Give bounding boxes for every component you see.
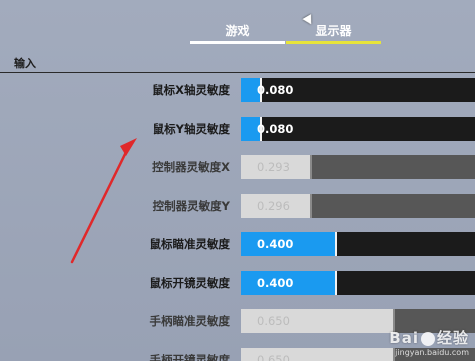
setting-row: 控制器灵敏度Y 0.296 — [0, 194, 475, 218]
slider-value: 0.650 — [257, 353, 290, 361]
annotation-arrow-icon — [70, 138, 137, 264]
slider-value: 0.650 — [257, 314, 290, 328]
sensitivity-slider[interactable]: 0.080 — [241, 117, 475, 141]
paw-icon — [420, 331, 435, 346]
section-title: 输入 — [14, 57, 36, 70]
slider-handle — [310, 155, 312, 179]
tab-game-underline — [190, 41, 285, 44]
slider-handle[interactable] — [335, 271, 337, 295]
setting-label: 控制器灵敏度Y — [152, 199, 230, 213]
slider-handle — [310, 194, 312, 218]
setting-row: 控制器灵敏度X 0.293 — [0, 155, 475, 179]
tab-display[interactable]: 显示器 — [286, 22, 381, 39]
slider-value: 0.293 — [257, 160, 290, 174]
slider-value: 0.080 — [257, 83, 294, 97]
tab-display-underline — [286, 41, 381, 44]
slider-value: 0.296 — [257, 199, 290, 213]
sensitivity-slider[interactable]: 0.080 — [241, 78, 475, 102]
setting-row: 鼠标Y轴灵敏度 0.080 — [0, 117, 475, 141]
sensitivity-slider: 0.296 — [241, 194, 475, 218]
slider-value: 0.400 — [257, 237, 294, 251]
setting-label: 鼠标瞄准灵敏度 — [149, 237, 231, 251]
setting-row: 鼠标X轴灵敏度 0.080 — [0, 78, 475, 102]
setting-label: 控制器灵敏度X — [152, 160, 230, 174]
setting-label: 手柄开镜灵敏度 — [149, 353, 231, 361]
sensitivity-slider[interactable]: 0.400 — [241, 271, 475, 295]
watermark: Bai 经验 jingyan.baidu.com — [389, 327, 469, 357]
slider-value: 0.080 — [257, 122, 294, 136]
setting-label: 鼠标开镜灵敏度 — [149, 276, 231, 290]
section-divider — [0, 72, 475, 73]
watermark-url: jingyan.baidu.com — [395, 348, 469, 357]
setting-label: 手柄瞄准灵敏度 — [149, 314, 231, 328]
watermark-logo: Bai 经验 — [389, 329, 469, 347]
setting-row: 鼠标瞄准灵敏度 0.400 — [0, 232, 475, 256]
setting-label: 鼠标X轴灵敏度 — [152, 83, 230, 97]
tab-game[interactable]: 游戏 — [190, 22, 285, 39]
slider-value: 0.400 — [257, 276, 294, 290]
slider-handle[interactable] — [335, 232, 337, 256]
sensitivity-slider: 0.293 — [241, 155, 475, 179]
sensitivity-slider[interactable]: 0.400 — [241, 232, 475, 256]
setting-label: 鼠标Y轴灵敏度 — [152, 122, 230, 136]
settings-screen: 游戏 显示器 输入 鼠标X轴灵敏度 0.080 鼠标Y轴灵敏度 0.080 控制器灵敏度… — [0, 0, 475, 361]
setting-row: 鼠标开镜灵敏度 0.400 — [0, 271, 475, 295]
